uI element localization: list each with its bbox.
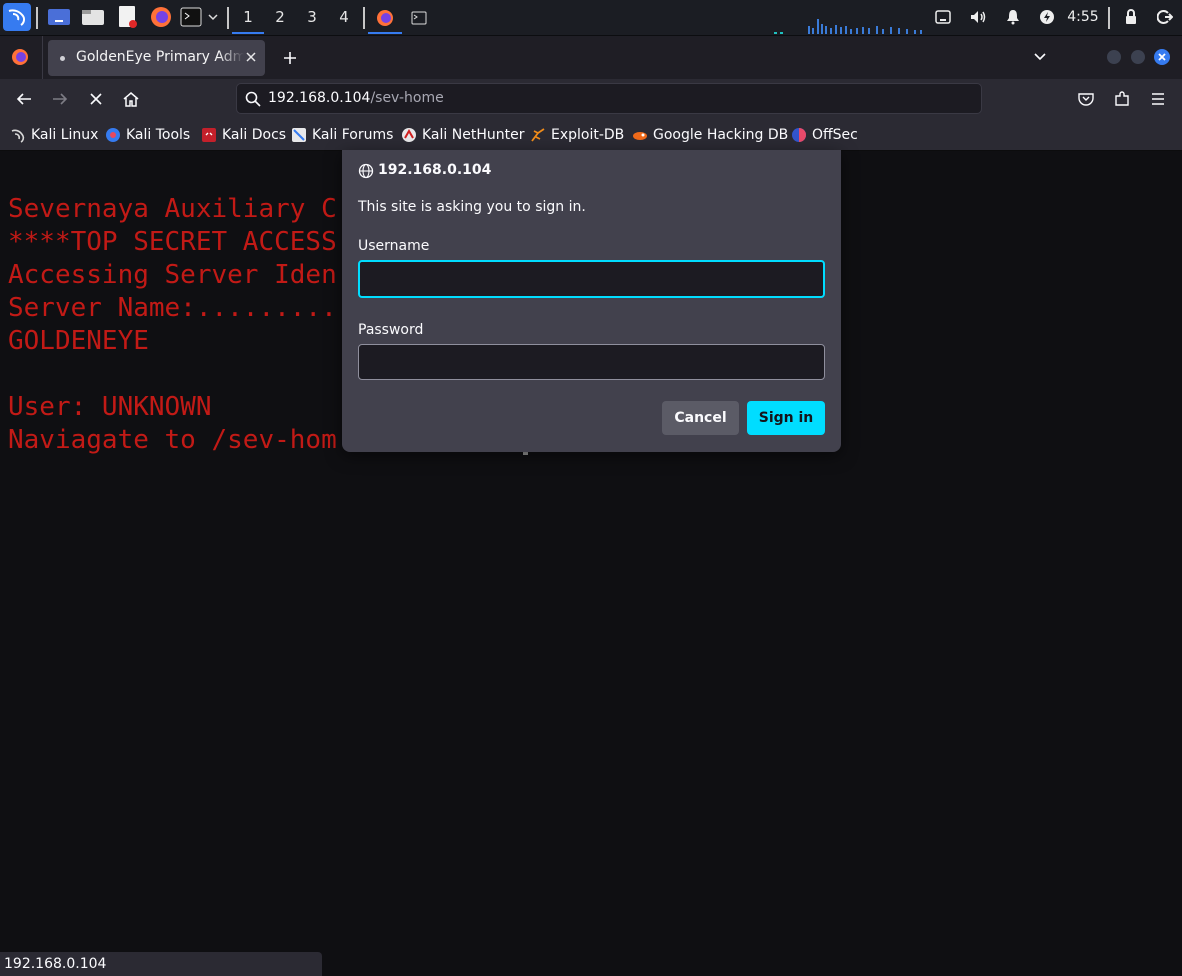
username-label: Username	[358, 238, 430, 254]
terminal-line: Server Name:.........	[8, 293, 337, 323]
firefox-view-icon[interactable]	[8, 45, 32, 69]
desktop-panel: 1 2 3 4 4:55	[0, 0, 1182, 36]
search-icon	[245, 91, 261, 111]
terminal-line: Accessing Server Iden	[8, 260, 337, 290]
tab-loading-icon	[60, 56, 65, 61]
url-text: 192.168.0.104/sev-home	[268, 90, 444, 106]
kali-tools-icon	[105, 127, 121, 143]
bookmark-label: Kali Docs	[222, 126, 287, 143]
panel-separator	[363, 7, 365, 29]
workspace-3[interactable]: 3	[296, 0, 328, 34]
bookmark-label: Google Hacking DB	[653, 126, 789, 143]
logout-icon[interactable]	[1155, 4, 1175, 30]
hamburger-menu-icon[interactable]	[1146, 87, 1170, 111]
terminal-line: Severnaya Auxiliary C	[8, 194, 337, 224]
close-tab-icon[interactable]	[244, 49, 260, 65]
bookmark-label: Exploit-DB	[551, 126, 625, 143]
username-input[interactable]	[358, 260, 825, 298]
workspace-2[interactable]: 2	[264, 0, 296, 34]
home-icon[interactable]	[119, 87, 143, 111]
tab-divider	[42, 36, 43, 79]
ghdb-icon	[632, 127, 648, 143]
stop-loading-icon[interactable]	[84, 87, 108, 111]
text-editor-icon[interactable]	[114, 4, 140, 30]
new-tab-icon[interactable]	[278, 46, 302, 70]
tab-goldeneye[interactable]: GoldenEye Primary Admin Server	[48, 40, 265, 76]
kali-docs-icon	[201, 127, 217, 143]
lock-screen-icon[interactable]	[1121, 4, 1141, 30]
bookmark-kali-nethunter[interactable]: Kali NetHunter	[401, 119, 524, 150]
taskbar-terminal-window[interactable]	[403, 0, 435, 34]
workspace-1[interactable]: 1	[232, 0, 264, 34]
terminal-line: ****TOP SECRET ACCESS	[8, 227, 337, 257]
tab-bar: GoldenEye Primary Admin Server	[0, 36, 1182, 79]
forward-arrow-icon[interactable]	[48, 87, 72, 111]
terminal-launcher-icon[interactable]	[179, 4, 203, 30]
clock[interactable]: 4:55	[1066, 0, 1100, 34]
list-all-tabs-icon[interactable]	[1028, 45, 1052, 69]
exploit-db-icon	[530, 127, 546, 143]
globe-icon	[358, 163, 374, 183]
panel-separator	[227, 7, 229, 29]
url-path: /sev-home	[370, 90, 444, 106]
bookmark-google-hacking-db[interactable]: Google Hacking DB	[632, 119, 788, 150]
bookmark-kali-linux[interactable]: Kali Linux	[10, 119, 98, 150]
network-icon[interactable]	[932, 4, 954, 30]
sign-in-button[interactable]: Sign in	[747, 401, 825, 435]
notification-bell-icon[interactable]	[1002, 4, 1024, 30]
bookmark-exploit-db[interactable]: Exploit-DB	[530, 119, 624, 150]
bookmark-kali-forums[interactable]: Kali Forums	[291, 119, 393, 150]
bookmark-offsec[interactable]: OffSec	[791, 119, 858, 150]
tab-title: GoldenEye Primary Admin Server	[76, 49, 244, 65]
bookmark-kali-docs[interactable]: Kali Docs	[201, 119, 286, 150]
address-bar[interactable]: 192.168.0.104/sev-home	[236, 83, 982, 114]
back-arrow-icon[interactable]	[12, 87, 36, 111]
nethunter-icon	[401, 127, 417, 143]
kali-forums-icon	[291, 127, 307, 143]
file-manager-icon[interactable]	[80, 4, 106, 30]
dialog-message: This site is asking you to sign in.	[358, 199, 586, 215]
password-label: Password	[358, 322, 424, 338]
bookmarks-toolbar: Kali Linux Kali Tools Kali Docs Kali For…	[0, 119, 1182, 151]
chevron-down-icon[interactable]	[206, 4, 220, 30]
kali-dragon-icon	[10, 127, 26, 143]
sign-in-dialog: 192.168.0.104 This site is asking you to…	[342, 150, 841, 452]
dialog-host: 192.168.0.104	[378, 162, 492, 178]
terminal-line: Naviagate to /sev-hom	[8, 425, 337, 455]
panel-separator	[36, 7, 38, 29]
terminal-line: User: UNKNOWN	[8, 392, 212, 422]
password-input[interactable]	[358, 344, 825, 380]
bookmark-label: Kali Forums	[312, 126, 394, 143]
show-desktop-icon[interactable]	[46, 4, 72, 30]
network-activity-graph	[774, 19, 922, 34]
extensions-icon[interactable]	[1110, 87, 1134, 111]
volume-icon[interactable]	[967, 4, 989, 30]
navigation-toolbar: 192.168.0.104/sev-home	[0, 79, 1182, 119]
bookmark-label: Kali Linux	[31, 126, 99, 143]
status-bar: 192.168.0.104	[0, 952, 322, 976]
terminal-line: GOLDENEYE	[8, 326, 149, 356]
kali-menu-icon[interactable]	[3, 3, 31, 31]
bookmark-kali-tools[interactable]: Kali Tools	[105, 119, 190, 150]
maximize-window-icon[interactable]	[1126, 45, 1150, 69]
url-host: 192.168.0.104	[268, 90, 371, 106]
pocket-icon[interactable]	[1074, 87, 1098, 111]
minimize-window-icon[interactable]	[1102, 45, 1126, 69]
taskbar-firefox-window[interactable]	[368, 0, 402, 34]
cancel-button[interactable]: Cancel	[662, 401, 739, 435]
close-window-icon[interactable]	[1150, 45, 1174, 69]
panel-separator	[1108, 7, 1110, 29]
bookmark-label: Kali NetHunter	[422, 126, 525, 143]
power-manager-icon[interactable]	[1036, 4, 1058, 30]
bookmark-label: OffSec	[812, 126, 858, 143]
firefox-launcher-icon[interactable]	[148, 4, 174, 30]
terminal-text: Severnaya Auxiliary C ****TOP SECRET ACC…	[8, 193, 337, 457]
workspace-4[interactable]: 4	[328, 0, 360, 34]
bookmark-label: Kali Tools	[126, 126, 191, 143]
offsec-icon	[791, 127, 807, 143]
